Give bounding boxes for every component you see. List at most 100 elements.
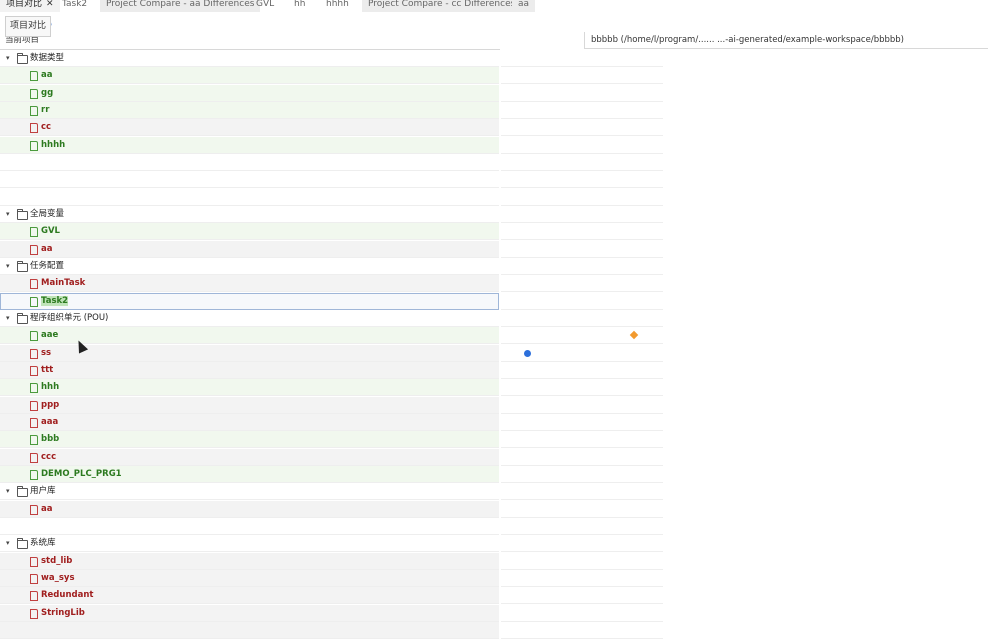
- gutter-row: [501, 257, 663, 275]
- gutter-row: [501, 240, 663, 258]
- tree-file-row[interactable]: gg: [0, 84, 499, 102]
- file-label: StringLib: [41, 607, 85, 618]
- tab-close-icon[interactable]: ✕: [46, 0, 54, 9]
- gutter-row: [501, 552, 663, 570]
- tab-label: Project Compare - aa Differences: [106, 0, 255, 9]
- file-label: aaa: [41, 416, 59, 427]
- tree-file-row[interactable]: wa_sys: [0, 569, 499, 587]
- gutter-row: [501, 205, 663, 223]
- tree-file-row[interactable]: hhhh: [0, 136, 499, 154]
- tree-folder-row[interactable]: ▾ 程序组织单元 (POU): [0, 309, 499, 327]
- tab-label: hhhh: [326, 0, 349, 9]
- left-pane-header: 当前项目: [0, 32, 500, 50]
- folder-label: 任务配置: [30, 260, 65, 271]
- tab-1[interactable]: Task2: [56, 0, 93, 12]
- tree-folder-row[interactable]: ▾ 用户库: [0, 483, 499, 501]
- tree-folder-row[interactable]: ▾ 全局变量: [0, 205, 499, 223]
- file-icon: [30, 400, 38, 411]
- file-label: cc: [41, 122, 52, 133]
- tab-tooltip: 项目对比: [5, 16, 52, 37]
- tree-file-row[interactable]: std_lib: [0, 552, 499, 570]
- tree-file-row[interactable]: StringLib: [0, 604, 499, 622]
- tab-0[interactable]: 项目对比 ✕: [0, 0, 60, 12]
- file-label: wa_sys: [41, 572, 75, 583]
- tree-file-row[interactable]: ttt: [0, 361, 499, 379]
- tree-placeholder-row: [0, 153, 499, 171]
- file-icon: [30, 608, 38, 619]
- folder-icon: [17, 538, 28, 550]
- file-label: ss: [41, 347, 52, 358]
- gutter-row: [501, 119, 663, 137]
- file-icon: [30, 348, 38, 359]
- gutter-row: [501, 361, 663, 379]
- tree-file-row[interactable]: ccc: [0, 448, 499, 466]
- gutter-row: [501, 223, 663, 241]
- file-icon: [30, 573, 38, 584]
- tab-5[interactable]: hhhh: [320, 0, 355, 12]
- file-icon: [30, 123, 38, 134]
- gutter-row: [501, 465, 663, 483]
- file-label: MainTask: [41, 278, 86, 289]
- tree-folder-row[interactable]: ▾ 任务配置: [0, 257, 499, 275]
- folder-icon: [17, 260, 28, 272]
- editor-tab-bar: 项目对比 ✕ Task2 Project Compare - aa Differenc…: [0, 0, 988, 12]
- tab-6[interactable]: Project Compare - cc Differences: [362, 0, 522, 12]
- expand-caret-icon[interactable]: ▾: [6, 483, 10, 500]
- tab-7[interactable]: aa: [512, 0, 536, 12]
- tab-label: GVL: [256, 0, 275, 9]
- file-icon: [30, 504, 38, 515]
- tab-label: hh: [294, 0, 306, 9]
- gutter-row: [501, 84, 663, 102]
- tab-2[interactable]: Project Compare - aa Differences: [100, 0, 261, 12]
- tree-file-row[interactable]: ss: [0, 344, 499, 362]
- tree-file-row[interactable]: ppp: [0, 396, 499, 414]
- file-icon: [30, 365, 38, 376]
- tree-file-row[interactable]: bbb: [0, 431, 499, 449]
- tree-file-row[interactable]: Redundant: [0, 587, 499, 605]
- folder-icon: [17, 208, 28, 220]
- file-label: ttt: [41, 364, 54, 375]
- tree-file-row[interactable]: MainTask: [0, 275, 499, 293]
- expand-caret-icon[interactable]: ▾: [6, 310, 10, 327]
- tab-label: Project Compare - cc Differences: [368, 0, 516, 9]
- diff-dot-marker[interactable]: [524, 349, 531, 357]
- file-icon: [30, 71, 38, 82]
- tree-file-row[interactable]: rr: [0, 101, 499, 119]
- expand-caret-icon[interactable]: ▾: [6, 50, 10, 67]
- tree-file-row[interactable]: aaa: [0, 413, 499, 431]
- tab-3[interactable]: GVL: [250, 0, 280, 12]
- gutter-row: [501, 379, 663, 397]
- gutter-row: [501, 569, 663, 587]
- gutter-row: [501, 500, 663, 518]
- tree-file-row[interactable]: GVL: [0, 223, 499, 241]
- tree-folder-row[interactable]: ▾ 数据类型: [0, 50, 499, 67]
- file-icon: [30, 140, 38, 151]
- tree-file-row[interactable]: Task2: [0, 292, 499, 310]
- tab-4[interactable]: hh: [288, 0, 311, 12]
- file-label: aa: [41, 243, 53, 254]
- expand-caret-icon[interactable]: ▾: [6, 535, 10, 552]
- gutter-row: [501, 292, 663, 310]
- tree-file-row[interactable]: DEMO_PLC_PRG1: [0, 465, 499, 483]
- tree-file-row[interactable]: cc: [0, 119, 499, 137]
- file-icon: [30, 331, 38, 342]
- file-icon: [30, 244, 38, 255]
- tree-file-row[interactable]: hhh: [0, 379, 499, 397]
- gutter-row: [501, 604, 663, 622]
- gutter-row: [501, 621, 663, 639]
- folder-icon: [17, 53, 28, 64]
- file-label: Redundant: [41, 590, 94, 601]
- tree-file-row[interactable]: aa: [0, 500, 499, 518]
- gutter-row: [501, 396, 663, 414]
- file-label: gg: [41, 87, 54, 98]
- tree-folder-row[interactable]: ▾ 系统库: [0, 535, 499, 553]
- file-label: GVL: [41, 226, 60, 237]
- expand-caret-icon[interactable]: ▾: [6, 258, 10, 275]
- file-label: aa: [41, 70, 53, 81]
- tree-file-row[interactable]: aa: [0, 240, 499, 258]
- tree-file-row[interactable]: aa: [0, 67, 499, 85]
- expand-caret-icon[interactable]: ▾: [6, 206, 10, 223]
- gutter-row: [501, 275, 663, 293]
- file-label: ppp: [41, 399, 60, 410]
- gutter-row: [501, 448, 663, 466]
